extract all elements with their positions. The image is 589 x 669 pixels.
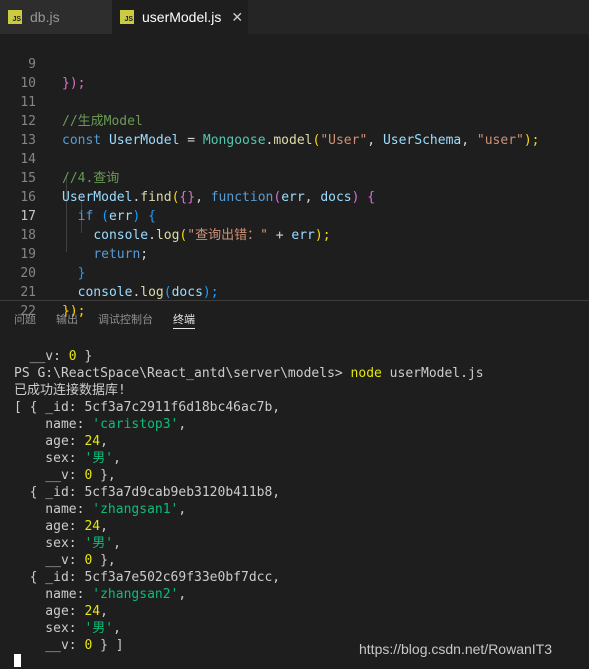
doc-name: 'zhangsan2' [92, 587, 179, 602]
terminal-text: __v: [29, 349, 69, 364]
close-icon[interactable]: ✕ [231, 9, 243, 26]
panel-tab-bar: 问题 输出 调试控制台 终端 [0, 301, 589, 335]
tab-terminal[interactable]: 终端 [173, 311, 195, 329]
terminal-line: __v: 0 }, [14, 468, 116, 483]
tab-label: userModel.js [142, 9, 222, 25]
code-line: 19 } [0, 226, 589, 281]
terminal-text: 0 [68, 349, 77, 364]
terminal-line: sex: '男', [14, 451, 121, 466]
code-editor[interactable]: 9 }); 10 11 //生成Model 12 const UserModel… [0, 34, 589, 319]
js-file-icon: JS [8, 10, 22, 24]
terminal-line: { _id: 5cf3a7d9cab9eb3120b411b8, [14, 485, 281, 500]
tab-usermodel-js[interactable]: JS userModel.js ✕ [112, 0, 248, 34]
code-line: 13 [0, 112, 589, 148]
doc-name: 'caristop3' [92, 417, 179, 432]
code-line: 14 //4.查询 [0, 131, 589, 186]
terminal-output[interactable]: __v: 0 } PS G:\ReactSpace\React_antd\ser… [14, 348, 584, 654]
code-line: 10 [0, 55, 589, 91]
doc-sex: '男' [84, 451, 114, 466]
doc-sex: '男' [84, 621, 114, 636]
code-line: 20 console.log(docs); [0, 245, 589, 300]
code-line: 17 console.log("查询出错：" + err); [0, 188, 589, 243]
tab-label: db.js [30, 9, 60, 25]
tab-output[interactable]: 输出 [56, 311, 78, 327]
code-line: 21 }); [0, 264, 589, 319]
terminal-line: age: 24, [14, 434, 108, 449]
tab-debug-console[interactable]: 调试控制台 [98, 311, 153, 327]
doc-name: 'zhangsan1' [92, 502, 179, 517]
doc-age: 24 [84, 519, 101, 534]
doc-id: 5cf3a7d9cab9eb3120b411b8 [84, 485, 273, 500]
code-line: 12 const UserModel = Mongoose.model("Use… [0, 93, 589, 148]
js-file-icon: JS [120, 10, 134, 24]
terminal-line: PS G:\ReactSpace\React_antd\server\model… [14, 365, 584, 382]
tab-problems[interactable]: 问题 [14, 311, 36, 327]
terminal-line: name: 'zhangsan1', [14, 502, 187, 517]
doc-version: 0 [84, 553, 93, 568]
doc-version: 0 [84, 468, 93, 483]
watermark: https://blog.csdn.net/RowanIT3 [359, 641, 552, 657]
terminal-line: name: 'zhangsan2', [14, 587, 187, 602]
terminal-prompt: PS G:\ReactSpace\React_antd\server\model… [14, 366, 351, 381]
terminal-line: age: 24, [14, 604, 108, 619]
terminal-line: sex: '男', [14, 536, 121, 551]
code-line: 15 UserModel.find({}, function(err, docs… [0, 150, 589, 205]
doc-sex: '男' [84, 536, 114, 551]
terminal-cursor [14, 654, 21, 667]
terminal-command-arg: userModel.js [381, 366, 484, 381]
terminal-line: { _id: 5cf3a7e502c69f33e0bf7dcc, [14, 570, 281, 585]
terminal-line: 已成功连接数据库! [14, 383, 126, 398]
code-line: 18 return; [0, 207, 589, 262]
editor-tab-bar: JS db.js JS userModel.js ✕ [0, 0, 589, 34]
doc-version: 0 [84, 638, 93, 653]
doc-id: 5cf3a7c2911f6d18bc46ac7b [84, 400, 273, 415]
terminal-line: [ { _id: 5cf3a7c2911f6d18bc46ac7b, [14, 400, 281, 415]
terminal-line: age: 24, [14, 519, 108, 534]
code-line: 16 if (err) { [0, 169, 589, 224]
doc-age: 24 [84, 604, 101, 619]
code-line: 11 //生成Model [0, 74, 589, 129]
tab-db-js[interactable]: JS db.js [0, 0, 112, 34]
terminal-line: name: 'caristop3', [14, 417, 187, 432]
code-line: 9 }); [0, 36, 589, 91]
terminal-line: __v: 0 }, [14, 553, 116, 568]
terminal-line: __v: 0 } [29, 349, 93, 364]
terminal-command: node [350, 366, 382, 381]
terminal-line: sex: '男', [14, 621, 121, 636]
doc-id: 5cf3a7e502c69f33e0bf7dcc [84, 570, 273, 585]
doc-age: 24 [84, 434, 101, 449]
